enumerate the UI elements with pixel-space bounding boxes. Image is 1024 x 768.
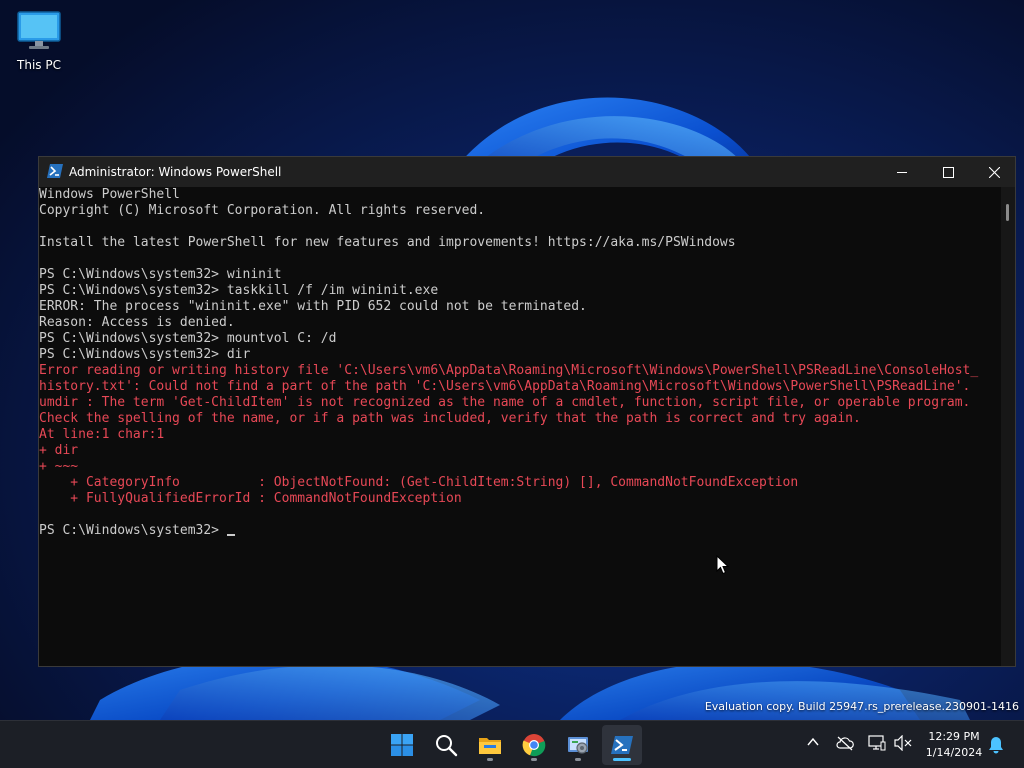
mouse-pointer-icon xyxy=(716,555,730,575)
network-icon[interactable] xyxy=(868,735,886,751)
desktop: This PC Administrator: Windows PowerShel… xyxy=(0,0,1024,768)
maximize-icon xyxy=(943,167,954,178)
control-panel-icon xyxy=(568,737,588,754)
desktop-icon-label: This PC xyxy=(17,58,61,72)
console-error-line: Check the spelling of the name, or if a … xyxy=(39,411,861,426)
folder-icon xyxy=(479,738,501,754)
console-error-line: Error reading or writing history file 'C… xyxy=(39,363,979,378)
chevron-up-icon[interactable] xyxy=(806,735,820,749)
console-prompt: PS C:\Windows\system32> xyxy=(39,523,227,538)
close-icon xyxy=(989,167,1000,178)
minimize-icon xyxy=(897,172,907,173)
console-line: Copyright (C) Microsoft Corporation. All… xyxy=(39,203,486,218)
console-line: Windows PowerShell xyxy=(39,187,180,202)
active-indicator xyxy=(613,758,631,761)
scroll-thumb[interactable] xyxy=(1006,204,1009,221)
console-line: ERROR: The process "wininit.exe" with PI… xyxy=(39,299,587,314)
running-indicator xyxy=(531,758,537,761)
desktop-icon-this-pc[interactable]: This PC xyxy=(8,8,70,78)
console-error-line: + dir xyxy=(39,443,79,458)
powershell-icon xyxy=(47,164,63,178)
powershell-window[interactable]: Administrator: Windows PowerShell Window… xyxy=(38,156,1016,667)
volume-muted-icon[interactable] xyxy=(894,735,912,751)
console-error-line: + FullyQualifiedErrorId : CommandNotFoun… xyxy=(39,491,462,506)
console-line: PS C:\Windows\system32> taskkill /f /im … xyxy=(39,283,439,298)
clock-time: 12:29 PM xyxy=(928,730,980,743)
start-button[interactable] xyxy=(382,725,422,765)
console-error-line: At line:1 char:1 xyxy=(39,427,165,442)
taskbar-clock[interactable]: 12:29 PM 1/14/2024 xyxy=(916,729,992,761)
search-icon xyxy=(436,735,458,757)
clock-date: 1/14/2024 xyxy=(925,746,983,759)
console-line: Reason: Access is denied. xyxy=(39,315,235,330)
cloud-offline-icon[interactable] xyxy=(836,735,854,751)
monitor-icon xyxy=(17,11,61,49)
maximize-button[interactable] xyxy=(925,157,971,187)
bell-icon[interactable] xyxy=(988,736,1004,754)
console-error-line: umdir : The term 'Get-ChildItem' is not … xyxy=(39,395,971,410)
search-button[interactable] xyxy=(426,725,466,765)
console-error-line: + ~~~ xyxy=(39,459,79,474)
powershell-icon xyxy=(611,736,633,754)
taskbar: 12:29 PM 1/14/2024 xyxy=(0,720,1024,768)
console-error-line: history.txt': Could not find a part of t… xyxy=(39,379,971,394)
running-indicator xyxy=(487,758,493,761)
close-button[interactable] xyxy=(971,157,1017,187)
evaluation-watermark: Evaluation copy. Build 25947.rs_prerelea… xyxy=(704,700,1019,713)
console-line: PS C:\Windows\system32> dir xyxy=(39,347,251,362)
console-error-line: + CategoryInfo : ObjectNotFound: (Get-Ch… xyxy=(39,475,799,490)
console-line: PS C:\Windows\system32> mountvol C: /d xyxy=(39,331,337,346)
vertical-scrollbar[interactable] xyxy=(1001,187,1015,666)
chrome-icon xyxy=(522,734,546,757)
window-title: Administrator: Windows PowerShell xyxy=(69,165,282,179)
console-line: Install the latest PowerShell for new fe… xyxy=(39,235,736,250)
console-output[interactable]: Windows PowerShell Copyright (C) Microsof… xyxy=(39,187,1001,666)
running-indicator xyxy=(575,758,581,761)
console-prompt-line[interactable]: PS C:\Windows\system32> xyxy=(39,523,1001,539)
minimize-button[interactable] xyxy=(879,157,925,187)
title-bar[interactable]: Administrator: Windows PowerShell xyxy=(39,157,1015,187)
console-line: PS C:\Windows\system32> wininit xyxy=(39,267,282,282)
text-cursor xyxy=(226,534,235,536)
windows-start-icon xyxy=(391,734,413,756)
